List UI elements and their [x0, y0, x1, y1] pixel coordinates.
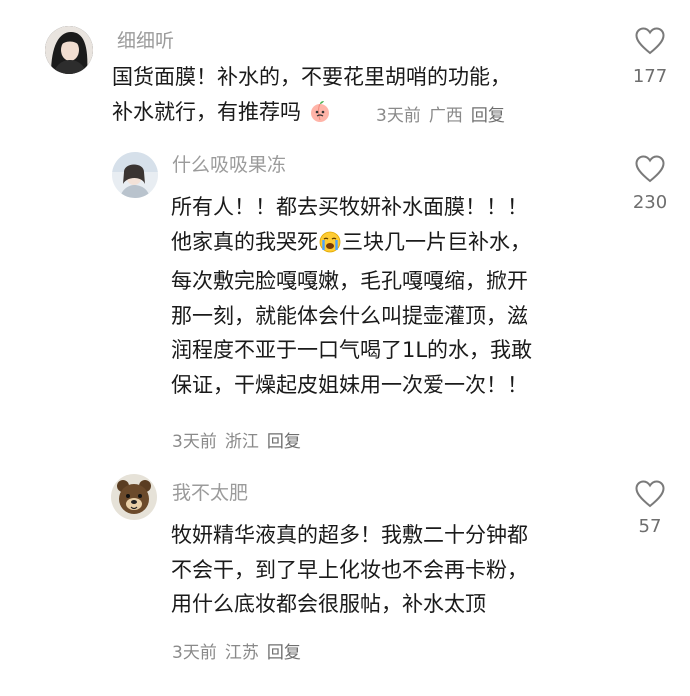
avatar[interactable]	[112, 152, 158, 198]
comment-text: 所有人！！都去买牧妍补水面膜！！！ 他家真的我哭死 三块几一片巨补水， 每次敷完…	[171, 190, 532, 402]
comment-text-line: 润程度不亚于一口气喝了1L的水，我敢	[171, 338, 533, 362]
comment-time: 3天前	[376, 106, 421, 126]
like-count: 177	[632, 66, 668, 87]
heart-icon	[635, 27, 665, 55]
like-button[interactable]: 177	[620, 27, 680, 87]
comment-text-line: 用什么底妆都会很服帖，补水太顶	[171, 592, 486, 616]
username[interactable]: 什么吸吸果冻	[172, 156, 286, 175]
peach-emoji-icon	[308, 100, 332, 135]
heart-icon	[635, 480, 665, 508]
comment-text-line: 不会干，到了早上化妆也不会再卡粉，	[171, 557, 528, 582]
comment-text-line: 每次敷完脸嘎嘎嫩，毛孔嘎嘎缩，掀开	[171, 269, 528, 293]
comment-text-line: 所有人！！都去买牧妍补水面膜！！！	[171, 195, 528, 219]
like-count: 57	[638, 516, 662, 537]
reply-button[interactable]: 回复	[267, 643, 301, 663]
comment-text: 牧妍精华液真的超多！我敷二十分钟都 不会干，到了早上化妆也不会再卡粉， 用什么底…	[171, 518, 528, 622]
comment-location: 江苏	[224, 643, 259, 663]
reply-button[interactable]: 回复	[471, 106, 505, 126]
avatar[interactable]	[111, 474, 157, 520]
like-button[interactable]: 57	[620, 480, 680, 537]
heart-icon	[635, 155, 665, 183]
comment-text-line: 国货面膜！补水的，不要花里胡哨的功能，	[112, 65, 511, 89]
reply-button[interactable]: 回复	[267, 432, 301, 452]
comment-text-line: 他家真的我哭死 三块几一片巨补水，	[171, 225, 532, 265]
comment-text-segment: 三块几一片巨补水，	[342, 229, 531, 254]
comment-time: 3天前	[172, 432, 217, 452]
username[interactable]: 我不太肥	[172, 484, 248, 503]
comment-meta: 3天前 浙江 回复	[172, 434, 309, 451]
comment-time: 3天前	[172, 643, 217, 663]
username[interactable]: 细细听	[117, 32, 174, 51]
comment-meta: 3天前 广西 回复	[376, 108, 513, 125]
comment-meta: 3天前 江苏 回复	[172, 645, 309, 662]
comment-location: 广西	[428, 106, 463, 126]
comment-text-line: 保证，干燥起皮姐妹用一次爱一次！！	[171, 372, 528, 397]
comment-text-line: 牧妍精华液真的超多！我敷二十分钟都	[171, 523, 528, 547]
comment-text-segment: 补水就行，有推荐吗	[112, 99, 301, 124]
avatar[interactable]	[45, 26, 93, 74]
comment-text-segment: 他家真的我哭死	[171, 229, 318, 254]
comment-text-line: 那一刻，就能体会什么叫提壶灌顶，滋	[171, 303, 528, 328]
comment-location: 浙江	[224, 432, 259, 452]
like-button[interactable]: 230	[620, 155, 680, 213]
crying-face-emoji-icon	[318, 230, 342, 265]
like-count: 230	[632, 192, 668, 213]
